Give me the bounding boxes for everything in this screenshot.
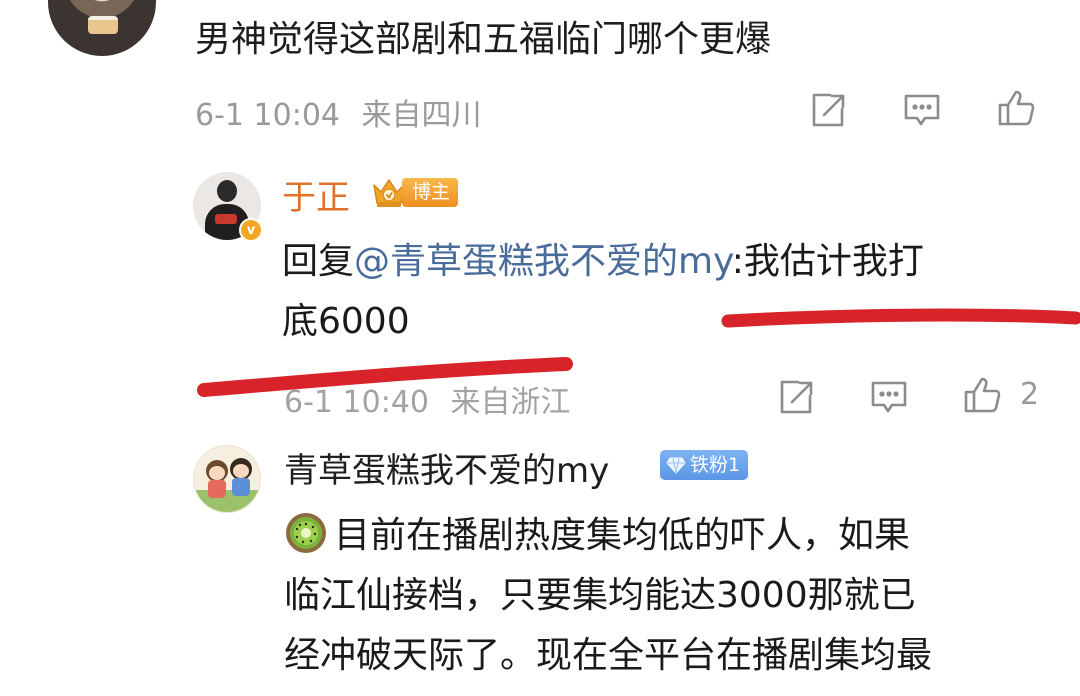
like-count: 2 — [1020, 377, 1040, 412]
comment-line-2: 临江仙接档，只要集均能达3000那就已 — [284, 575, 916, 616]
comment-location: 来自四川 — [361, 98, 482, 133]
blogger-badge-label: 博主 — [402, 177, 459, 207]
avatar-cake-detail — [88, 16, 118, 34]
comment-line-1-text: 目前在播剧热度集均低的吓人，如果 — [334, 515, 911, 556]
comment-author-name[interactable]: 青草蛋糕我不爱的my — [284, 443, 609, 492]
avatar-kid1-face — [209, 466, 225, 480]
comment-icon[interactable] — [902, 90, 942, 130]
avatar-kid2-face — [233, 464, 249, 478]
share-icon[interactable] — [776, 377, 816, 417]
reply-author-name[interactable]: 于正 — [282, 170, 350, 219]
reply-prefix: 回复 — [282, 241, 355, 282]
diamond-icon — [666, 455, 686, 475]
avatar-kid2-dress — [232, 478, 250, 496]
share-icon[interactable] — [808, 90, 848, 130]
like-icon[interactable] — [996, 88, 1036, 128]
fan-level-badge: 铁粉1 — [660, 450, 749, 480]
verified-icon: v — [239, 218, 263, 242]
comment-icon[interactable] — [869, 377, 909, 417]
reply-text: 回复@青草蛋糕我不爱的my:我估计我打 底6000 — [282, 232, 1042, 352]
commenter-avatar-bottom[interactable] — [193, 445, 261, 513]
commenter-avatar-top[interactable] — [48, 0, 156, 56]
comment-time: 6-1 10:04 — [195, 98, 340, 133]
comment-text-top: 男神觉得这部剧和五福临门哪个更爆 — [195, 19, 772, 60]
reply-meta: 6-1 10:40 来自浙江 — [284, 377, 571, 421]
reply-location: 来自浙江 — [450, 385, 571, 420]
blogger-badge: 博主 — [370, 175, 459, 209]
reply-text-line1: :我估计我打 — [731, 241, 924, 282]
avatar-grass — [194, 490, 260, 512]
avatar-head — [217, 180, 237, 202]
comment-meta-top: 6-1 10:04 来自四川 — [195, 90, 482, 134]
comment-line-1: 目前在播剧热度集均低的吓人，如果 — [284, 506, 1044, 566]
avatar-kid1-dress — [208, 480, 226, 498]
reply-mention-link[interactable]: @青草蛋糕我不爱的my — [354, 241, 732, 282]
like-icon[interactable] — [962, 375, 1002, 415]
avatar-item — [215, 214, 237, 224]
reply-time: 6-1 10:40 — [284, 385, 429, 420]
reply-text-line2: 底6000 — [282, 301, 410, 342]
kiwi-emoji-icon — [284, 511, 328, 555]
comment-line-3: 经冲破天际了。现在全平台在播剧集均最 — [284, 635, 933, 676]
comment-body: 目前在播剧热度集均低的吓人，如果 临江仙接档，只要集均能达3000那就已 经冲破… — [284, 506, 1044, 686]
fan-badge-label: 铁粉1 — [690, 454, 741, 476]
